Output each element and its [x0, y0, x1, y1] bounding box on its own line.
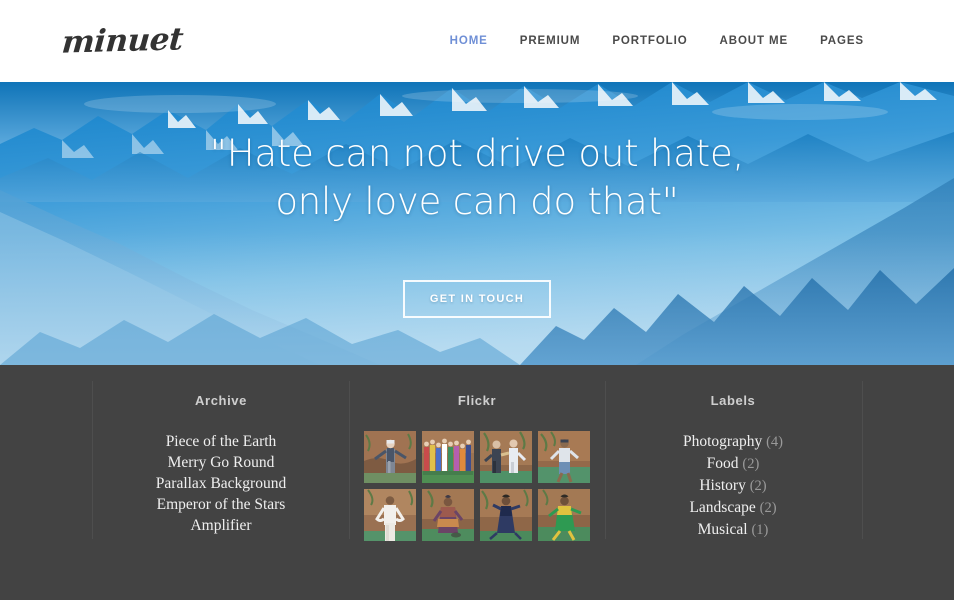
label-count-photography: (4) — [766, 434, 783, 450]
flickr-thumb-8[interactable] — [538, 489, 590, 541]
footer-divider-4 — [862, 381, 863, 539]
flickr-thumb-2[interactable] — [422, 431, 474, 483]
flickr-thumb-5[interactable] — [364, 489, 416, 541]
archive-link-5[interactable]: Amplifier — [190, 517, 251, 534]
label-link-photography[interactable]: Photography — [683, 433, 762, 450]
footer-widget-row: Archive Piece of the Earth Merry Go Roun… — [0, 365, 954, 541]
widget-labels-title: Labels — [710, 393, 756, 408]
list-item: Emperor of the Stars — [99, 494, 343, 515]
flickr-thumb-3[interactable] — [480, 431, 532, 483]
archive-link-2[interactable]: Merry Go Round — [168, 454, 275, 471]
flickr-thumb-6[interactable] — [422, 489, 474, 541]
archive-link-4[interactable]: Emperor of the Stars — [157, 496, 286, 513]
flickr-thumb-1[interactable] — [364, 431, 416, 483]
label-link-food[interactable]: Food — [707, 455, 739, 472]
label-count-landscape: (2) — [759, 500, 777, 516]
list-item: Merry Go Round — [99, 452, 343, 473]
hero-content: "Hate can not drive out hate, only love … — [0, 82, 954, 365]
flickr-thumb-4[interactable] — [538, 431, 590, 483]
brand-logo[interactable]: minuet — [60, 21, 184, 60]
footer-right-spacer — [861, 393, 954, 541]
footer-left-spacer — [0, 393, 93, 541]
widget-flickr: Flickr — [349, 393, 605, 541]
archive-list: Piece of the Earth Merry Go Round Parall… — [99, 431, 343, 536]
nav-item-premium[interactable]: PREMIUM — [520, 35, 581, 47]
list-item: Landscape (2) — [611, 497, 855, 519]
widget-archive-title: Archive — [195, 393, 247, 408]
nav-item-portfolio[interactable]: PORTFOLIO — [612, 35, 687, 47]
list-item: Piece of the Earth — [99, 431, 343, 452]
main-navigation: HOME PREMIUM PORTFOLIO ABOUT ME PAGES — [450, 35, 864, 47]
nav-item-pages[interactable]: PAGES — [820, 35, 864, 47]
list-item: History (2) — [611, 475, 855, 497]
archive-link-3[interactable]: Parallax Background — [156, 475, 286, 492]
label-link-landscape[interactable]: Landscape — [689, 499, 755, 516]
label-link-history[interactable]: History — [699, 477, 746, 494]
list-item: Photography (4) — [611, 431, 855, 453]
footer-divider-2 — [349, 381, 350, 539]
list-item: Food (2) — [611, 453, 855, 475]
footer-divider-1 — [92, 381, 93, 539]
hero-quote-line-2: only love can do that" — [275, 180, 679, 224]
hero-quote: "Hate can not drive out hate, only love … — [210, 130, 744, 227]
footer-divider-3 — [605, 381, 606, 539]
labels-list: Photography (4) Food (2) History (2) Lan… — [611, 431, 855, 541]
widget-archive: Archive Piece of the Earth Merry Go Roun… — [93, 393, 349, 541]
hero-section: "Hate can not drive out hate, only love … — [0, 82, 954, 365]
list-item: Parallax Background — [99, 473, 343, 494]
nav-item-about-me[interactable]: ABOUT ME — [720, 35, 789, 47]
widget-labels: Labels Photography (4) Food (2) History … — [605, 393, 861, 541]
site-footer: Archive Piece of the Earth Merry Go Roun… — [0, 365, 954, 600]
label-count-musical: (1) — [751, 522, 769, 538]
flickr-thumb-7[interactable] — [480, 489, 532, 541]
list-item: Amplifier — [99, 515, 343, 536]
page-root: minuet HOME PREMIUM PORTFOLIO ABOUT ME P… — [0, 0, 954, 600]
nav-item-home[interactable]: HOME — [450, 35, 488, 47]
site-header: minuet HOME PREMIUM PORTFOLIO ABOUT ME P… — [0, 0, 954, 82]
hero-quote-line-1: "Hate can not drive out hate, — [209, 132, 745, 175]
archive-link-1[interactable]: Piece of the Earth — [166, 433, 277, 450]
label-count-history: (2) — [749, 478, 767, 494]
label-link-musical[interactable]: Musical — [698, 521, 748, 538]
list-item: Musical (1) — [611, 519, 855, 541]
flickr-thumbnail-grid — [355, 431, 599, 541]
label-count-food: (2) — [742, 456, 760, 472]
get-in-touch-button[interactable]: GET IN TOUCH — [402, 279, 552, 318]
widget-flickr-title: Flickr — [457, 393, 497, 408]
